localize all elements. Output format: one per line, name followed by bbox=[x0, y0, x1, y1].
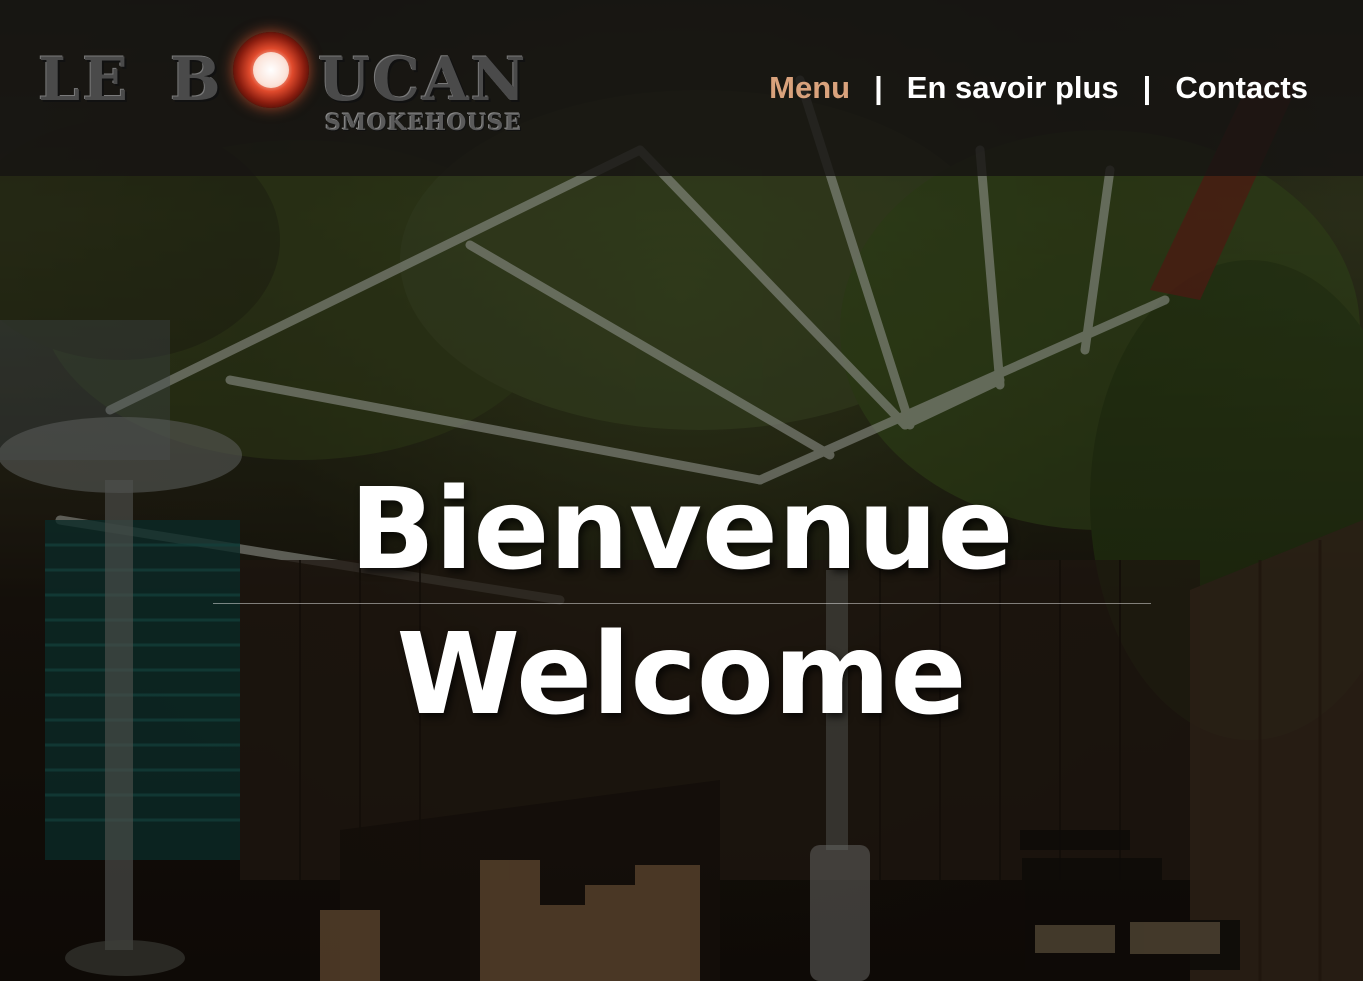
le-boucan-logo[interactable]: LE B UCAN SMOKEHOUSE bbox=[38, 28, 578, 140]
nav-about-link[interactable]: En savoir plus bbox=[907, 70, 1119, 106]
hero-title-french: Bienvenue bbox=[349, 465, 1014, 595]
logo-subtitle: SMOKEHOUSE bbox=[325, 110, 523, 136]
hero-welcome: Bienvenue Welcome bbox=[0, 465, 1363, 740]
logo-word-le: LE bbox=[38, 45, 130, 115]
hero-divider bbox=[212, 603, 1151, 604]
nav-menu-link[interactable]: Menu bbox=[769, 70, 850, 106]
logo-word-b: B bbox=[170, 45, 223, 115]
hero-title-english: Welcome bbox=[396, 610, 967, 740]
landing-page: LE B UCAN SMOKEHOUSE Menu | En savoir pl… bbox=[0, 0, 1363, 981]
main-nav: Menu | En savoir plus | Contacts bbox=[769, 70, 1308, 106]
neon-o-icon bbox=[233, 32, 309, 108]
nav-separator: | bbox=[1142, 70, 1152, 105]
nav-contacts-link[interactable]: Contacts bbox=[1175, 70, 1308, 106]
logo-word-ucan: UCAN bbox=[318, 45, 528, 115]
nav-separator: | bbox=[874, 70, 883, 105]
site-header: LE B UCAN SMOKEHOUSE Menu | En savoir pl… bbox=[0, 0, 1363, 176]
